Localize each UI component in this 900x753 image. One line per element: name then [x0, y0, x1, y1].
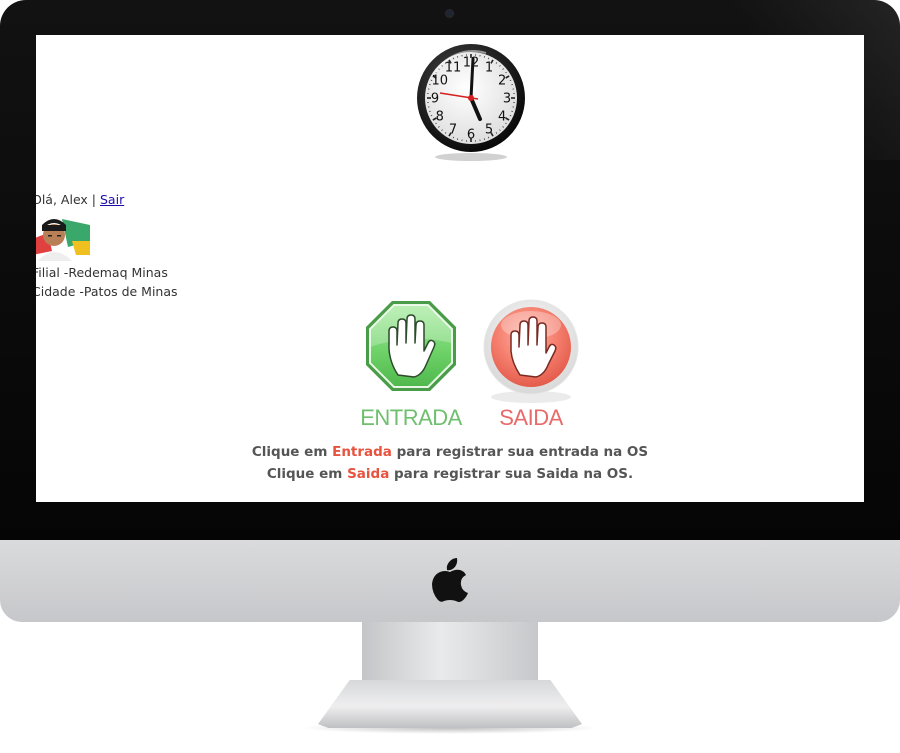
- instruction-saida-suffix: para registrar sua Saida na OS.: [394, 466, 634, 482]
- filial-text: Filial -Redemaq Minas: [36, 265, 168, 280]
- clock-number-11: 11: [445, 60, 462, 75]
- greeting-line: Olá, Alex | Sair: [36, 190, 232, 209]
- instruction-entrada-suffix: para registrar sua entrada na OS: [396, 444, 649, 460]
- imac-monitor: 12 1 2 3 4 5 6 7 8 9 10 11 Olá, Alex | S…: [0, 0, 900, 753]
- apple-logo-icon: [432, 558, 468, 602]
- clock-number-8: 8: [436, 110, 444, 125]
- saida-button[interactable]: SAIDA: [476, 297, 586, 437]
- entrada-button[interactable]: ENTRADA: [356, 297, 466, 437]
- instruction-entrada-highlight: Entrada: [332, 444, 392, 460]
- clock-number-3: 3: [503, 92, 511, 107]
- clock-number-1: 1: [485, 60, 493, 75]
- hand-stop-icon: [483, 299, 579, 403]
- clock-minute-hand: [469, 57, 475, 100]
- instruction-saida-highlight: Saida: [347, 466, 390, 482]
- monitor-bezel: 12 1 2 3 4 5 6 7 8 9 10 11 Olá, Alex | S…: [0, 0, 900, 540]
- entrada-label: ENTRADA: [360, 405, 462, 430]
- cidade-text: Cidade -Patos de Minas: [36, 284, 178, 299]
- greeting-separator: |: [91, 192, 97, 207]
- clock-number-12: 12: [463, 56, 480, 71]
- hand-stop-icon: [366, 301, 456, 391]
- greeting-text: Olá, Alex: [36, 192, 88, 207]
- app-screen: 12 1 2 3 4 5 6 7 8 9 10 11 Olá, Alex | S…: [36, 35, 864, 502]
- clock-number-2: 2: [498, 74, 506, 89]
- user-panel: Olá, Alex | Sair Filial -Redemaq Minas C…: [36, 190, 232, 301]
- clock-number-10: 10: [432, 74, 449, 89]
- instructions: Clique em Entrada para registrar sua ent…: [36, 441, 864, 485]
- saida-label: SAIDA: [499, 405, 563, 430]
- instruction-entrada-prefix: Clique em: [251, 444, 328, 460]
- user-avatar: [36, 211, 90, 261]
- instruction-saida: Clique em Saida para registrar sua Saida…: [36, 463, 864, 485]
- instruction-entrada: Clique em Entrada para registrar sua ent…: [36, 441, 864, 463]
- clock-number-7: 7: [449, 123, 457, 138]
- clock-number-9: 9: [431, 92, 439, 107]
- instruction-saida-prefix: Clique em: [266, 466, 343, 482]
- monitor-foot: [318, 680, 582, 728]
- clock-number-6: 6: [467, 128, 475, 143]
- camera-dot: [446, 10, 453, 17]
- clock-number-5: 5: [485, 123, 493, 138]
- clock-number-4: 4: [498, 110, 506, 125]
- logout-link[interactable]: Sair: [100, 192, 124, 207]
- monitor-neck: [362, 622, 538, 682]
- wall-clock-icon: 12 1 2 3 4 5 6 7 8 9 10 11: [416, 35, 526, 165]
